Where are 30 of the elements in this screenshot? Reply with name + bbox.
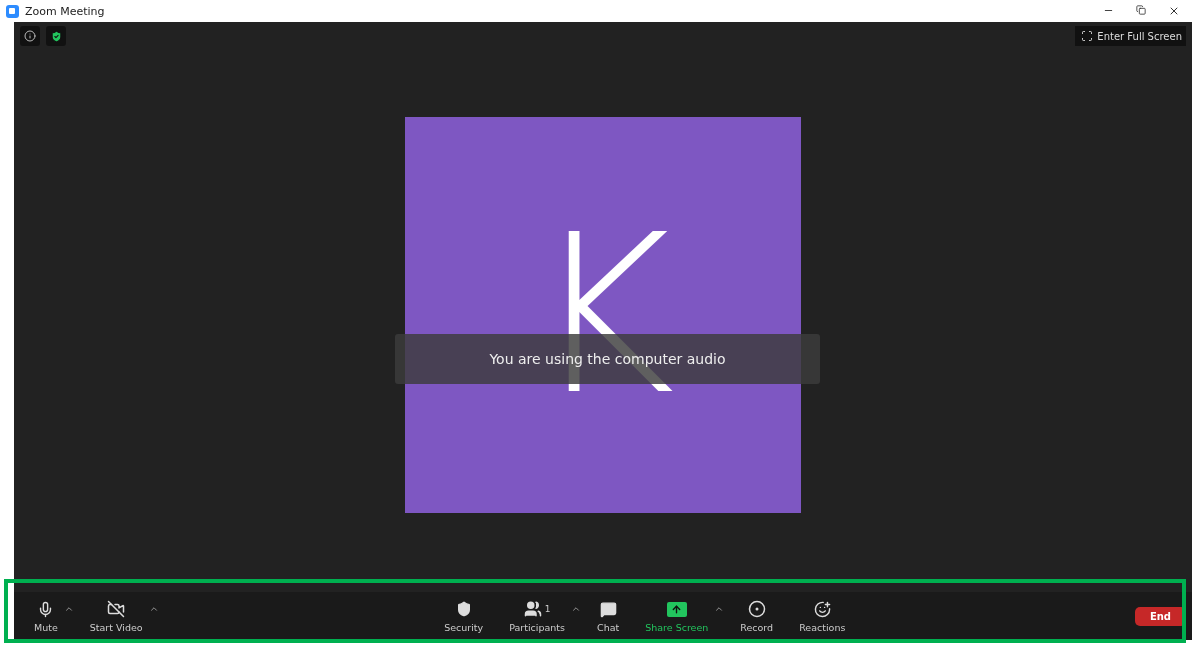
video-off-icon bbox=[107, 600, 126, 618]
restore-icon[interactable] bbox=[1136, 5, 1146, 15]
caret-icon[interactable] bbox=[63, 604, 74, 614]
security-button[interactable]: Security bbox=[438, 597, 490, 635]
caret-icon[interactable] bbox=[571, 604, 581, 614]
shield-check-icon bbox=[49, 29, 63, 43]
info-button[interactable] bbox=[20, 26, 40, 46]
smiley-icon bbox=[813, 600, 831, 618]
shield-icon bbox=[455, 601, 472, 617]
caret-icon[interactable] bbox=[148, 604, 159, 614]
app-logo-icon bbox=[6, 4, 19, 18]
video-button[interactable]: Start Video bbox=[83, 597, 149, 635]
fullscreen-button[interactable]: Enter Full Screen bbox=[1075, 26, 1186, 46]
share-screen-icon bbox=[666, 601, 687, 617]
mute-button[interactable]: Mute bbox=[28, 597, 64, 635]
record-button[interactable]: Record bbox=[734, 597, 780, 635]
record-icon bbox=[747, 600, 766, 618]
participants-button[interactable]: 1 Participants bbox=[503, 597, 571, 635]
fullscreen-icon bbox=[1081, 30, 1094, 42]
participant-count: 1 bbox=[544, 604, 551, 614]
encryption-shield-button[interactable] bbox=[46, 26, 66, 46]
chat-button[interactable]: Chat bbox=[591, 597, 626, 635]
caret-icon[interactable] bbox=[714, 604, 725, 614]
close-icon[interactable] bbox=[1168, 5, 1180, 17]
people-icon bbox=[523, 600, 542, 618]
reactions-button[interactable]: Reactions bbox=[793, 597, 852, 635]
info-icon bbox=[24, 30, 36, 42]
chat-bubble-icon bbox=[599, 600, 617, 618]
share-button[interactable]: Share Screen bbox=[639, 597, 715, 635]
window-title: Zoom Meeting bbox=[25, 4, 106, 18]
